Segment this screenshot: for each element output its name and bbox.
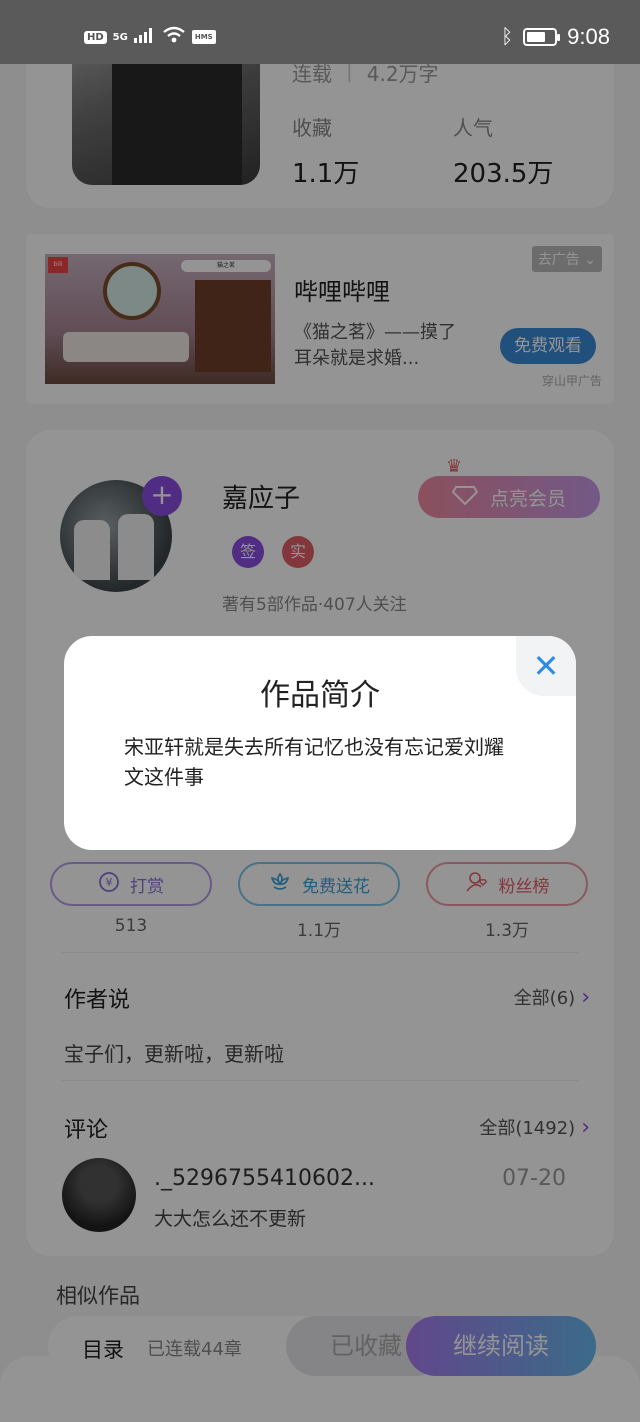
synopsis-modal: 作品简介 宋亚轩就是失去所有记忆也没有忘记爱刘耀文这件事 ✕ (64, 636, 576, 850)
clock: 9:08 (567, 24, 610, 49)
wifi-icon (162, 26, 186, 48)
status-bar: HD 5G HMS ᛒ 9:08 (0, 0, 640, 64)
hd-indicator: HD (84, 30, 107, 44)
bluetooth-icon: ᛒ (501, 25, 514, 48)
close-icon[interactable]: ✕ (516, 636, 576, 696)
modal-body: 宋亚轩就是失去所有记忆也没有忘记爱刘耀文这件事 (124, 735, 504, 789)
hms-indicator: HMS (191, 30, 216, 44)
signal-bars-icon (133, 27, 156, 47)
signal-5g-icon: 5G (112, 31, 128, 43)
modal-title: 作品简介 (260, 678, 380, 713)
battery-icon (523, 28, 561, 46)
